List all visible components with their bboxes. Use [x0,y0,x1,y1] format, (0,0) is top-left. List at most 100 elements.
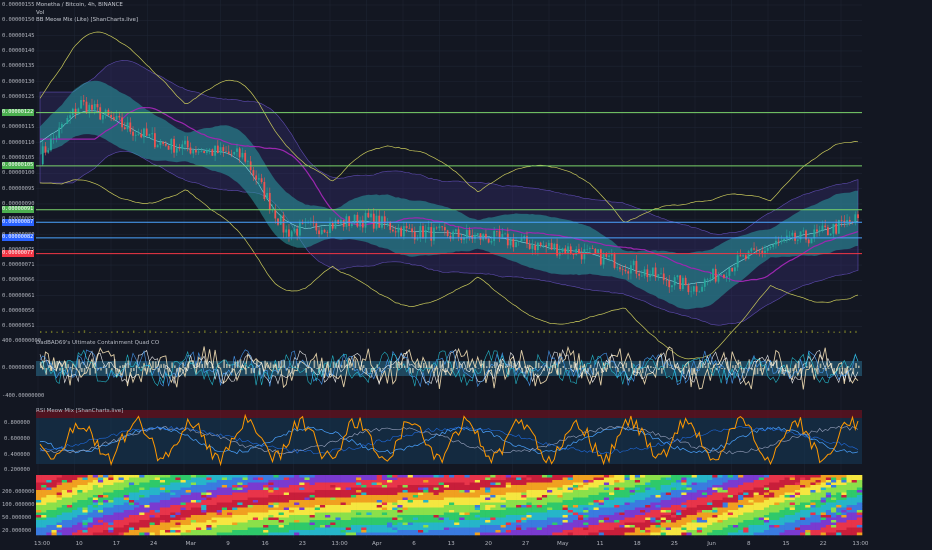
heatmap-cell [547,510,553,513]
heatmap-cell [831,485,837,488]
heatmap-cell [165,525,171,528]
price-level-tag[interactable]: 0.00000087 [2,218,34,226]
heatmap-cell [640,480,646,483]
heatmap-cell [159,525,166,528]
heatmap-cell [686,492,692,496]
heatmap-cell [474,482,481,486]
heatmap-cell [345,502,352,506]
heatmap-cell [309,492,316,496]
osc1-histogram-bar [75,368,78,370]
osc1-histogram-bar [474,366,477,368]
heatmap-cell [660,502,667,506]
heatmap-cell [170,475,176,478]
heatmap-cell [634,527,641,531]
heatmap-cell [216,515,223,518]
osc1-histogram-bar [833,368,835,375]
heatmap-cell [670,525,677,528]
heatmap-cell [557,480,563,483]
heatmap-cell [738,480,744,483]
heatmap-cell [779,520,785,523]
heatmap-cell [655,477,661,481]
volume-bar [691,330,693,333]
osc1-histogram-bar [762,368,764,370]
candle-body [44,146,47,153]
heatmap-cell [645,520,651,523]
heatmap-cell [732,532,739,536]
heatmap-cell [459,475,465,478]
heatmap-cell [701,530,708,533]
heatmap-cell [578,490,584,493]
heatmap-cell [665,475,672,478]
price-level-tag[interactable]: 0.00000091 [2,206,34,214]
osc1-histogram-bar [105,368,108,374]
heatmap-cell [490,485,496,488]
heatmap-cell [149,522,156,526]
heatmap-cell [77,480,83,483]
heatmap-cell [433,477,439,481]
heatmap-cell [464,490,470,493]
heatmap-cell [103,490,109,493]
heatmap-cell [154,485,161,488]
heatmap-cell [567,505,574,508]
osc1-histogram-bar [124,362,127,368]
heatmap-cell [810,497,816,501]
heatmap-cell [485,530,491,533]
heatmap-cell [810,515,816,518]
heatmap-cell [309,525,316,528]
heatmap-cell [727,495,734,498]
heatmap-cell [846,505,852,508]
heatmap-cell [118,532,125,536]
candle-body [627,271,630,274]
heatmap-cell [46,490,52,493]
heatmap-cell [748,500,754,503]
heatmap-cell [423,482,429,486]
heatmap-cell [371,477,378,481]
legend-volume[interactable]: Vol [36,10,138,18]
heatmap-cell [588,525,594,528]
heatmap-cell [387,520,393,523]
legend-symbol[interactable]: Monetha / Bitcoin, 4h, BINANCE [36,2,138,10]
price-level-tag[interactable]: 0.00000077 [2,250,34,258]
osc2-legend[interactable]: RSI Meow Mix [ShanCharts.live] [36,408,123,414]
heatmap-cell [536,497,543,501]
osc1-histogram-bar [294,365,297,368]
heatmap-cell [381,510,388,513]
heatmap-cell [283,522,290,526]
heatmap-cell [454,512,460,516]
heatmap-cell [655,487,661,491]
heatmap-cell [727,502,734,506]
heatmap-cell [650,502,656,506]
heatmap-cell [340,512,347,516]
osc1-histogram-bar [825,368,827,371]
heatmap-cell [459,530,465,533]
heatmap-cell [134,502,140,506]
osc1-histogram-bar [133,368,135,371]
heatmap-cell [144,490,150,493]
heatmap-cell [118,525,125,528]
heatmap-cell [536,480,543,483]
heatmap-cell [278,530,285,533]
heatmap-cell [717,527,723,531]
heatmap-cell [330,500,336,503]
osc1-histogram-bar [453,361,455,368]
candle-body [602,253,605,265]
osc1-legend[interactable]: DadBAD69's Ultimate Containment Quad CO [36,340,159,346]
candle-body [255,175,258,180]
heatmap-cell [712,477,718,481]
price-level-tag[interactable]: 0.00000122 [2,109,34,117]
heatmap-cell [72,525,78,528]
price-level-tag[interactable]: 0.00000082 [2,234,34,242]
heatmap-cell [541,512,548,516]
heatmap-cell [593,485,600,488]
heatmap-cell [805,480,811,483]
heatmap-cell [712,480,718,483]
heatmap-cell [531,492,538,496]
heatmap-cell [263,527,269,531]
volume-bar [532,330,534,333]
legend-bb-indicator[interactable]: BB Meow Mix (Lite) [ShanCharts.live] [36,17,138,25]
heatmap-cell [732,525,739,528]
heatmap-cell [691,485,698,488]
heatmap-cell [805,510,811,513]
price-level-tag[interactable]: 0.00000105 [2,162,34,170]
candle-body [506,233,509,246]
